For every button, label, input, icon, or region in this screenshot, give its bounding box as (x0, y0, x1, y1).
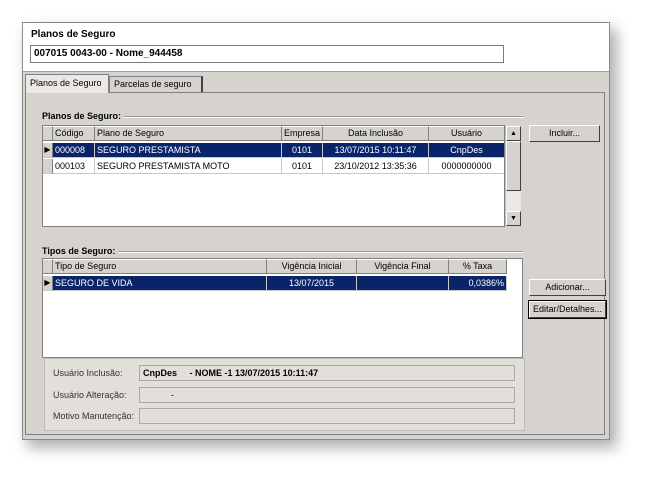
table-row[interactable]: ▶ SEGURO DE VIDA 13/07/2015 0,0386% (43, 276, 507, 291)
usuario-inclusao-info: - NOME -1 13/07/2015 10:11:47 (189, 368, 319, 378)
cell-empresa: 0101 (282, 143, 323, 158)
cell-usuario: 0000000000 (429, 159, 504, 174)
column-header-vigencia-final[interactable]: Vigência Final (357, 259, 449, 274)
header-indicator-cell (43, 259, 53, 274)
usuario-inclusao-label: Usuário Inclusão: (53, 368, 123, 378)
cell-vigencia-inicial: 13/07/2015 (267, 276, 357, 291)
column-header-vigencia-inicial[interactable]: Vigência Inicial (267, 259, 357, 274)
tipos-section-title: Tipos de Seguro: (42, 246, 119, 256)
cell-data-inclusao: 23/10/2012 13:35:36 (323, 159, 429, 174)
record-field[interactable]: 007015 0043-00 - Nome_944458 (30, 45, 504, 63)
column-header-taxa[interactable]: % Taxa (449, 259, 507, 274)
incluir-button[interactable]: Incluir... (529, 125, 600, 142)
tab-parcelas-de-seguro[interactable]: Parcelas de seguro (109, 76, 203, 93)
tab-panel: Planos de Seguro: Código Plano de Seguro… (25, 92, 607, 435)
editar-detalhes-button[interactable]: Editar/Detalhes... (528, 300, 607, 319)
row-indicator-icon: ▶ (43, 143, 53, 158)
table-row[interactable]: 000103 SEGURO PRESTAMISTA MOTO 0101 23/1… (43, 159, 504, 174)
window-title: Planos de Seguro (31, 29, 116, 40)
planos-grid: Código Plano de Seguro Empresa Data Incl… (42, 125, 505, 227)
column-header-empresa[interactable]: Empresa (282, 126, 323, 141)
usuario-inclusao-user: CnpDes (143, 368, 178, 378)
cell-tipo: SEGURO DE VIDA (53, 276, 267, 291)
scroll-up-icon[interactable]: ▲ (506, 126, 521, 141)
row-indicator-icon: ▶ (43, 276, 53, 291)
cell-plano: SEGURO PRESTAMISTA MOTO (95, 159, 282, 174)
planos-de-seguro-window: Planos de Seguro 007015 0043-00 - Nome_9… (22, 22, 610, 440)
cell-plano: SEGURO PRESTAMISTA (95, 143, 282, 158)
column-header-data-inclusao[interactable]: Data Inclusão (323, 126, 429, 141)
table-row[interactable]: ▶ 000008 SEGURO PRESTAMISTA 0101 13/07/2… (43, 143, 504, 158)
row-indicator-cell (43, 159, 53, 174)
cell-vigencia-final (357, 276, 449, 291)
cell-codigo: 000103 (53, 159, 95, 174)
adicionar-button[interactable]: Adicionar... (529, 279, 606, 296)
cell-taxa: 0,0386% (449, 276, 507, 291)
header-area: Planos de Seguro 007015 0043-00 - Nome_9… (23, 23, 609, 72)
column-header-usuario[interactable]: Usuário (429, 126, 504, 141)
usuario-inclusao-field: CnpDes - NOME -1 13/07/2015 10:11:47 (139, 365, 515, 381)
scroll-thumb[interactable] (506, 141, 521, 191)
column-header-codigo[interactable]: Código (53, 126, 95, 141)
column-header-plano[interactable]: Plano de Seguro (95, 126, 282, 141)
cell-usuario: CnpDes (429, 143, 504, 158)
planos-section-title: Planos de Seguro: (42, 111, 125, 121)
scroll-down-icon[interactable]: ▼ (506, 211, 521, 226)
header-indicator-cell (43, 126, 53, 141)
motivo-manutencao-field (139, 408, 515, 424)
cell-codigo: 000008 (53, 143, 95, 158)
motivo-manutencao-label: Motivo Manutenção: (53, 411, 135, 421)
tab-planos-de-seguro[interactable]: Planos de Seguro (25, 74, 109, 93)
planos-scrollbar[interactable]: ▲ ▼ (505, 126, 521, 226)
usuario-alteracao-label: Usuário Alteração: (53, 390, 127, 400)
audit-info-panel: Usuário Inclusão: CnpDes - NOME -1 13/07… (44, 358, 525, 431)
usuario-alteracao-field: - (139, 387, 515, 403)
cell-empresa: 0101 (282, 159, 323, 174)
usuario-alteracao-value: - (171, 390, 174, 400)
cell-data-inclusao: 13/07/2015 10:11:47 (323, 143, 429, 158)
column-header-tipo[interactable]: Tipo de Seguro (53, 259, 267, 274)
tipos-grid: Tipo de Seguro Vigência Inicial Vigência… (42, 258, 523, 358)
